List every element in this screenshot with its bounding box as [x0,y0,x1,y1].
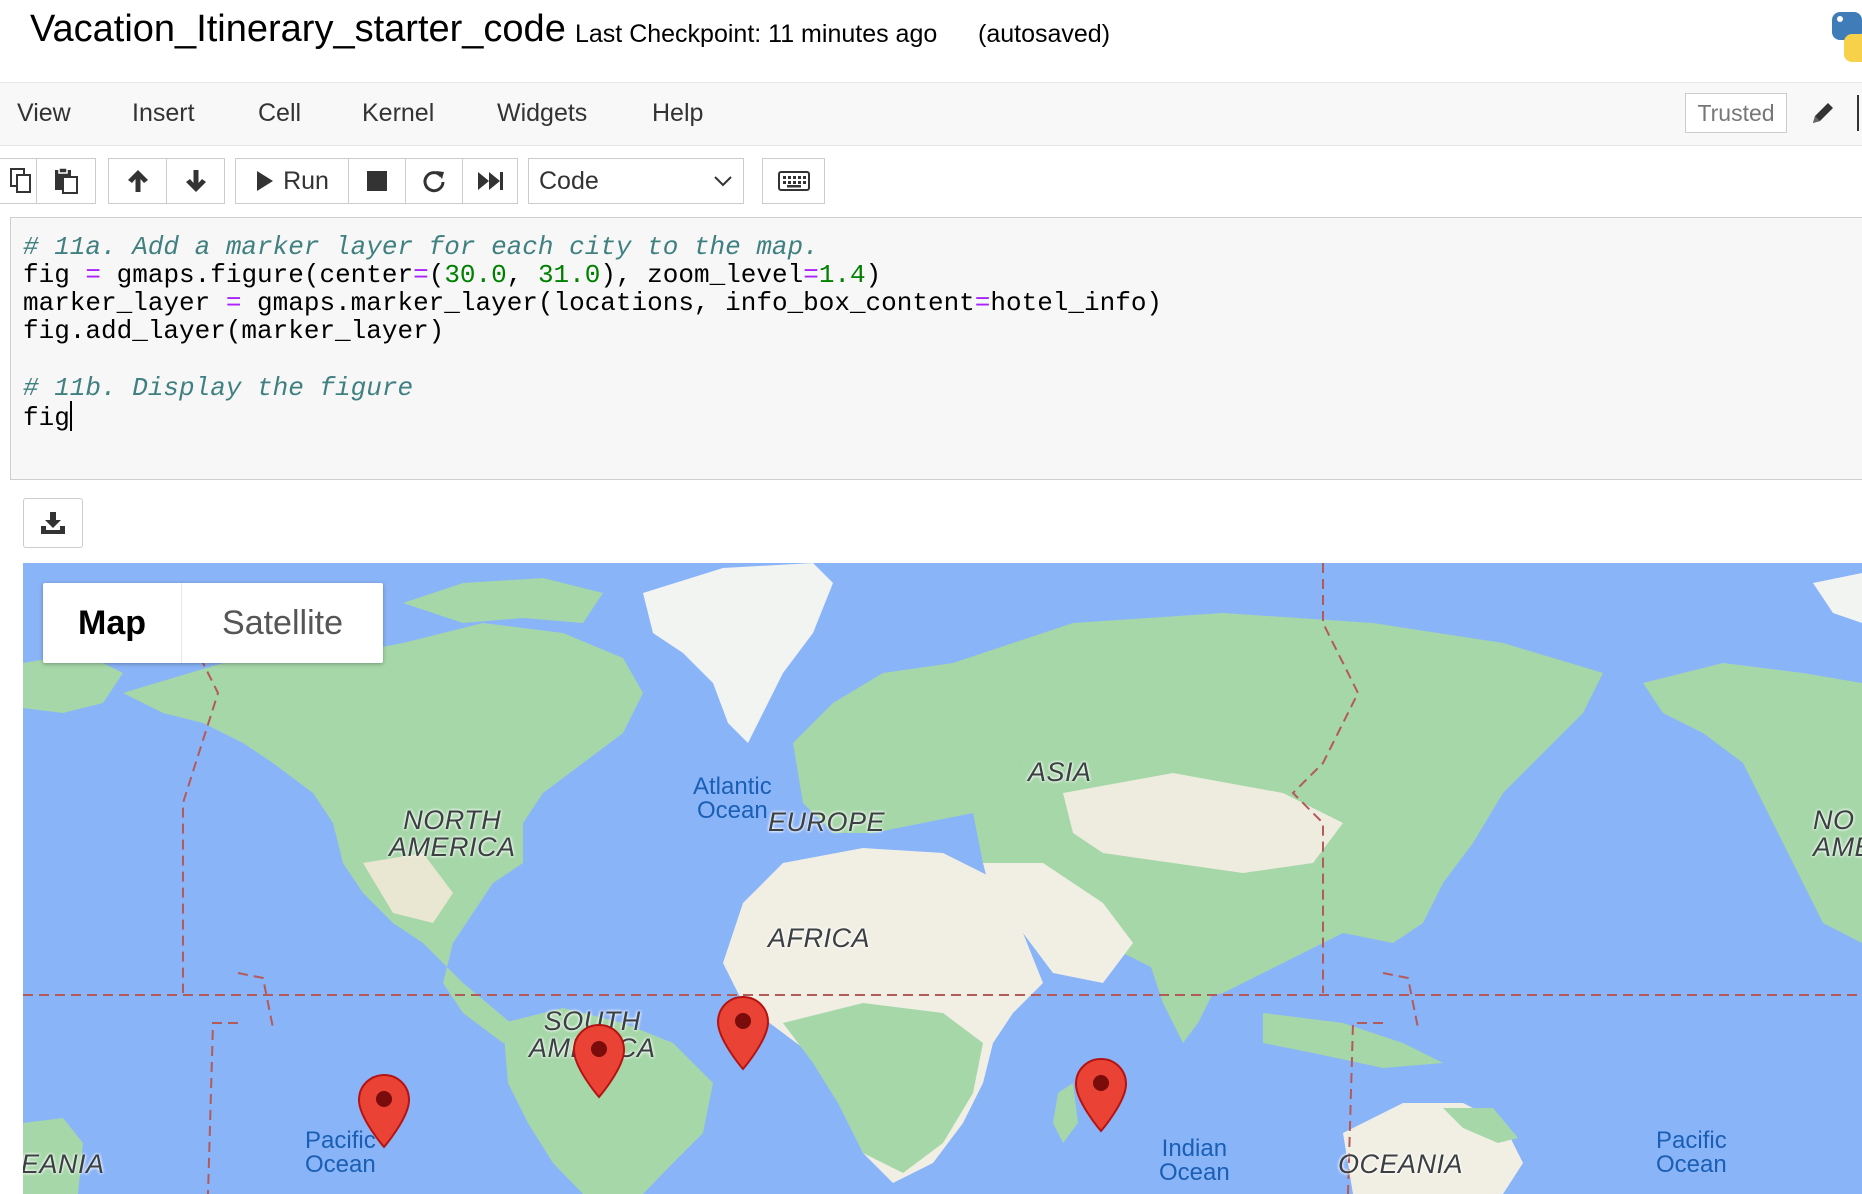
code-number: 31.0 [537,260,601,290]
run-button[interactable]: Run [235,158,349,204]
label-oceania-left: EANIA [23,1149,105,1179]
label-pacific-ocean-right: Pacific Ocean [1656,1129,1727,1177]
label-atlantic-line2: Ocean [696,797,768,824]
map-type-map-button[interactable]: Map [43,583,182,663]
code-operator: = [225,288,242,318]
menubar-separator [1857,95,1859,131]
label-europe: EUROPE [768,807,886,837]
menubar: View Insert Cell Kernel Widgets Help Tru… [0,83,1862,146]
code-token: gmaps.marker_layer(locations, info_box_c… [241,288,975,318]
code-line-6[interactable]: # 11b. Display the figure [23,373,413,403]
label-north-america-line1: NORTH [403,805,502,835]
label-africa: AFRICA [768,923,871,953]
menu-insert[interactable]: Insert [132,99,195,128]
code-cell-editor[interactable]: # 11a. Add a marker layer for each city … [10,217,1862,480]
arrow-up-icon [127,170,148,192]
cell-type-select[interactable]: Code [528,158,744,204]
code-token: ), zoom_level [600,260,804,290]
code-line-1[interactable]: # 11a. Add a marker layer for each city … [23,232,819,262]
chevron-down-icon [714,176,732,187]
map-marker-pin-icon[interactable] [716,995,770,1071]
autosave-status: (autosaved) [978,20,1111,48]
move-cell-up-button[interactable] [108,158,167,204]
paste-icon [55,167,78,194]
label-atlantic-line1: Atlantic [693,773,772,800]
code-line-2[interactable]: fig = gmaps.figure(center=(30.0, 31.0), … [23,260,881,290]
label-pacific-left-line2: Ocean [305,1151,376,1178]
keyboard-icon [777,171,810,191]
code-token: fig [23,403,70,433]
code-operator: = [85,260,102,290]
label-north-america-line2: AMERICA [389,832,516,862]
trusted-indicator[interactable]: Trusted [1685,93,1787,133]
map-type-satellite-button[interactable]: Satellite [182,583,383,663]
label-atlantic-ocean: Atlantic Ocean [693,775,772,823]
google-map[interactable]: Map Satellite NORTH AMERICA EUROPE ASIA … [23,563,1862,1194]
label-pacific-right-line1: Pacific [1656,1127,1727,1154]
code-line-3[interactable]: marker_layer = gmaps.marker_layer(locati… [23,288,1162,318]
paste-cell-button[interactable] [36,158,96,204]
code-token: ) [865,260,882,290]
code-operator: = [413,260,429,290]
label-pacific-right-line2: Ocean [1656,1151,1727,1178]
play-icon [257,171,274,191]
pencil-icon[interactable] [1808,98,1838,128]
cell-type-value: Code [539,166,599,195]
code-token: marker_layer [23,288,226,318]
code-token: gmaps.figure(center [101,260,414,290]
menu-cell[interactable]: Cell [258,99,301,128]
python-logo-icon [1832,12,1862,62]
run-label: Run [283,166,329,195]
code-operator: = [803,260,819,290]
download-icon [41,512,65,534]
label-north-america-right-line1: NO [1813,805,1855,835]
menu-view[interactable]: View [17,99,71,128]
code-token: hotel_info) [990,288,1163,318]
map-marker-pin-icon[interactable] [357,1073,411,1149]
label-north-america: NORTH AMERICA [389,807,516,861]
menu-kernel[interactable]: Kernel [362,99,434,128]
text-cursor [69,401,72,431]
notebook-header: Vacation_Itinerary_starter_code Last Che… [0,0,1862,82]
code-token: ( [428,260,445,290]
stop-icon [367,171,387,191]
restart-run-all-button[interactable] [462,158,518,204]
label-north-america-right-line2: AME [1813,832,1862,862]
toolbar: Run Code [0,146,1862,216]
menu-widgets[interactable]: Widgets [497,99,587,128]
code-line-4[interactable]: fig.add_layer(marker_layer) [23,316,444,346]
restart-kernel-button[interactable] [405,158,463,204]
label-north-america-right: NO AME [1813,807,1862,861]
map-marker-pin-icon[interactable] [1074,1057,1128,1133]
arrow-down-icon [185,170,206,192]
copy-icon [10,168,31,193]
label-indian-ocean: Indian Ocean [1159,1137,1230,1185]
interrupt-kernel-button[interactable] [348,158,406,204]
code-number: 30.0 [444,260,507,290]
label-indian-line2: Ocean [1159,1159,1230,1186]
code-number: 1.4 [818,260,866,290]
fast-forward-icon [478,172,503,190]
command-palette-button[interactable] [762,158,825,204]
code-operator: = [974,288,991,318]
notebook-title[interactable]: Vacation_Itinerary_starter_code [30,8,566,51]
map-type-control: Map Satellite [43,583,383,663]
code-token: , [506,260,538,290]
code-line-7[interactable]: fig [23,401,72,433]
code-token: fig [23,260,86,290]
move-cell-down-button[interactable] [166,158,225,204]
menu-help[interactable]: Help [652,99,703,128]
map-marker-pin-icon[interactable] [572,1023,626,1099]
code-comment: # 11b. Display the figure [23,373,414,403]
restart-icon [423,171,445,193]
label-indian-line1: Indian [1161,1135,1228,1162]
download-map-button[interactable] [23,498,83,548]
label-oceania-right: OCEANIA [1338,1149,1464,1179]
label-asia: ASIA [1028,757,1092,787]
checkpoint-status: Last Checkpoint: 11 minutes ago [575,20,938,48]
code-comment: # 11a. Add a marker layer for each city … [23,232,819,262]
